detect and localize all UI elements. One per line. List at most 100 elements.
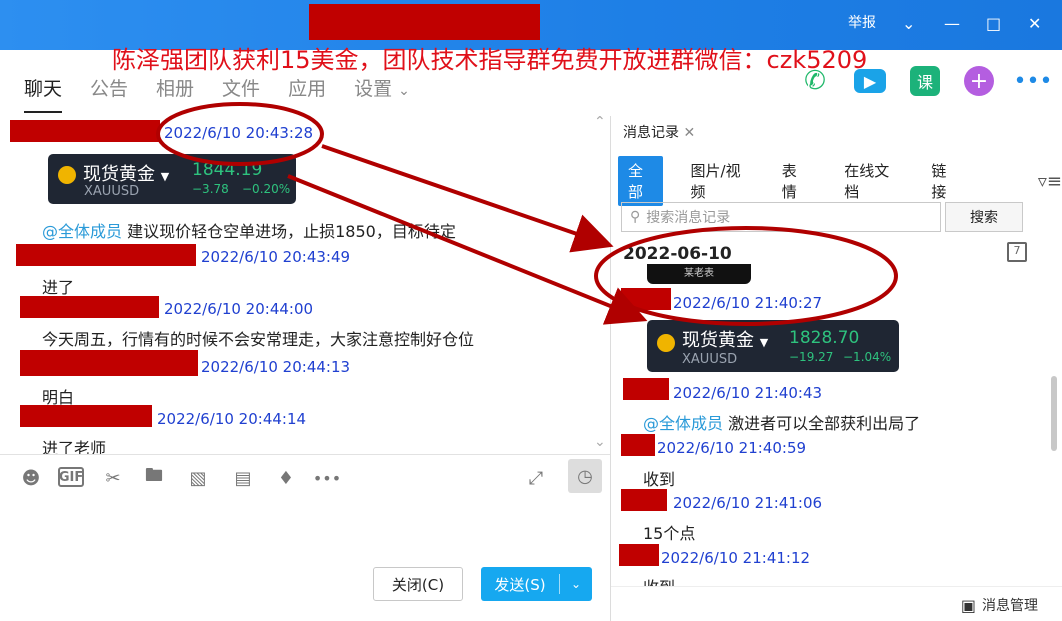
send-button[interactable]: 发送(S) ⌄ xyxy=(481,567,592,601)
calendar-icon[interactable]: 7 xyxy=(1007,242,1027,262)
quote-name: 现货黄金 ▼ xyxy=(83,160,169,186)
message-time: 2022/6/10 21:40:43 xyxy=(673,384,823,402)
tab-settings[interactable]: 设置 ⌄ xyxy=(354,74,410,113)
quote-card[interactable]: 现货黄金 ▼ XAUUSD 1844.19 −3.78 −0.20% xyxy=(48,154,296,204)
mention-all[interactable]: @全体成员 xyxy=(643,414,723,433)
filter-icon[interactable]: ▿≡ xyxy=(1038,171,1062,192)
quote-name-label: 现货黄金 xyxy=(682,330,754,351)
quote-symbol: XAUUSD xyxy=(682,352,738,367)
partial-sender-tag: 某老表 xyxy=(647,264,751,284)
redacted-sender xyxy=(619,544,659,566)
history-filters: 全部 图片/视频 表情 在线文档 链接 ▿≡ xyxy=(618,156,1062,206)
message-time: 2022/6/10 21:41:06 xyxy=(673,494,823,512)
scissors-icon[interactable]: ✂ xyxy=(101,467,125,489)
filter-stickers[interactable]: 表情 xyxy=(772,156,817,206)
gold-coin-icon xyxy=(58,166,76,184)
search-button[interactable]: 搜索 xyxy=(945,202,1023,232)
quote-price: 1828.70 xyxy=(789,328,860,348)
history-clock-icon[interactable]: ◷ xyxy=(568,459,602,493)
composer-toolbar: ☻ GIF ✂ 🖿 ▧ ▤ ♦ ••• ⤢ ◷ xyxy=(0,454,610,500)
nav-tabs: 聊天 公告 相册 文件 应用 设置 ⌄ xyxy=(24,74,410,113)
message-manage-button[interactable]: ▣ 消息管理 xyxy=(961,595,1038,615)
message-time: 2022/6/10 21:40:27 xyxy=(673,294,823,312)
tab-chat[interactable]: 聊天 xyxy=(24,74,63,113)
close-icon[interactable]: ✕ xyxy=(1028,14,1044,33)
tab-apps[interactable]: 应用 xyxy=(288,74,326,113)
image-icon[interactable]: ▤ xyxy=(231,467,255,489)
message-body: 建议现价轻仓空单进场，止损1850，目标待定 xyxy=(127,222,456,241)
minimize-icon[interactable]: — xyxy=(944,14,960,33)
send-label: 发送(S) xyxy=(494,575,546,594)
redacted-sender xyxy=(621,288,671,310)
file-icon[interactable]: ▧ xyxy=(186,467,210,489)
add-app-icon[interactable]: + xyxy=(964,66,994,96)
chat-message-list[interactable]: 2022/6/10 20:43:28 ⌃ 现货黄金 ▼ XAUUSD 1844.… xyxy=(0,116,610,454)
message-time: 2022/6/10 21:40:59 xyxy=(657,439,807,457)
message-time: 2022/6/10 20:44:14 xyxy=(157,410,307,428)
message-time: 2022/6/10 20:43:49 xyxy=(201,248,351,266)
redacted-sender xyxy=(621,434,655,456)
chat-bubble-icon: ▣ xyxy=(960,595,976,615)
filter-docs[interactable]: 在线文档 xyxy=(834,156,903,206)
history-search-input[interactable]: ⚲ 搜索消息记录 xyxy=(621,202,941,232)
partial-sender-name: 某老表 xyxy=(684,268,714,279)
caret-down-icon: ▼ xyxy=(759,336,769,349)
chevron-down-icon[interactable]: ⌄ xyxy=(902,14,918,33)
message-time: 2022/6/10 20:44:00 xyxy=(164,300,314,318)
redacted-sender xyxy=(623,378,669,400)
caret-down-icon: ▼ xyxy=(160,170,170,183)
video-call-icon[interactable]: ▶ xyxy=(854,69,886,93)
history-scrollbar[interactable] xyxy=(1051,376,1057,451)
promo-banner: 陈泽强团队获利15美金，团队技术指导群免费开放进群微信：czk5209 xyxy=(112,46,868,74)
message-text: 进了老师 xyxy=(42,439,107,454)
more-icon[interactable]: ••• xyxy=(1014,66,1053,96)
bell-icon[interactable]: ♦ xyxy=(274,467,298,489)
tab-notice[interactable]: 公告 xyxy=(90,74,128,113)
chevron-down-icon[interactable]: ⌄ xyxy=(560,577,592,591)
message-text: 今天周五，行情有的时候不会安常理走，大家注意控制好仓位 xyxy=(42,330,475,349)
message-text: 进了 xyxy=(42,278,75,297)
course-icon[interactable]: 课 xyxy=(910,66,940,96)
filter-media[interactable]: 图片/视频 xyxy=(681,156,754,206)
close-icon[interactable]: ✕ xyxy=(683,125,695,141)
expand-icon[interactable]: ⤢ xyxy=(524,467,548,489)
more-icon[interactable]: ••• xyxy=(313,467,341,489)
tab-settings-label: 设置 xyxy=(354,78,393,100)
quote-symbol: XAUUSD xyxy=(84,184,140,199)
chat-tools: ✆ ▶ 课 + ••• xyxy=(800,66,1053,96)
report-link[interactable]: 举报 xyxy=(848,12,876,32)
message-time: 2022/6/10 20:44:13 xyxy=(201,358,351,376)
redacted-sender xyxy=(10,120,160,142)
redacted-sender xyxy=(20,296,159,318)
redacted-sender xyxy=(20,405,152,427)
filter-links[interactable]: 链接 xyxy=(921,156,966,206)
redacted-sender xyxy=(621,489,667,511)
message-text: @全体成员 激进者可以全部获利出局了 xyxy=(643,410,920,434)
search-icon: ⚲ xyxy=(630,209,641,225)
message-text: 收到 xyxy=(643,470,676,489)
gif-icon[interactable]: GIF xyxy=(58,467,84,487)
message-text: @全体成员 建议现价轻仓空单进场，止损1850，目标待定 xyxy=(42,218,456,242)
chevron-down-icon: ⌄ xyxy=(398,83,410,99)
close-button[interactable]: 关闭(C) xyxy=(373,567,463,601)
folder-icon[interactable]: 🖿 xyxy=(142,465,166,489)
message-text: 15个点 xyxy=(643,524,696,543)
quote-price: 1844.19 xyxy=(192,160,263,180)
history-footer: ▣ 消息管理 xyxy=(611,586,1062,621)
quote-card[interactable]: 现货黄金 ▼ XAUUSD 1828.70 −19.27 −1.04% xyxy=(647,320,899,372)
app-window: 举报 ⌄ — □ ✕ 陈泽强团队获利15美金，团队技术指导群免费开放进群微信：c… xyxy=(0,0,1062,621)
scroll-up-icon[interactable]: ⌃ xyxy=(594,116,606,130)
filter-all[interactable]: 全部 xyxy=(618,156,663,206)
voice-call-icon[interactable]: ✆ xyxy=(800,66,830,96)
scroll-down-icon[interactable]: ⌄ xyxy=(594,434,606,450)
tab-files[interactable]: 文件 xyxy=(222,74,260,113)
history-tab[interactable]: 消息记录 ✕ xyxy=(623,122,695,142)
tab-album[interactable]: 相册 xyxy=(156,74,194,113)
maximize-icon[interactable]: □ xyxy=(986,14,1002,33)
history-date: 2022-06-10 xyxy=(623,244,732,264)
message-time: 2022/6/10 21:41:12 xyxy=(661,549,811,567)
emoji-icon[interactable]: ☻ xyxy=(19,467,43,489)
search-placeholder: 搜索消息记录 xyxy=(646,210,731,226)
redacted-group-name xyxy=(309,4,540,40)
mention-all[interactable]: @全体成员 xyxy=(42,222,122,241)
